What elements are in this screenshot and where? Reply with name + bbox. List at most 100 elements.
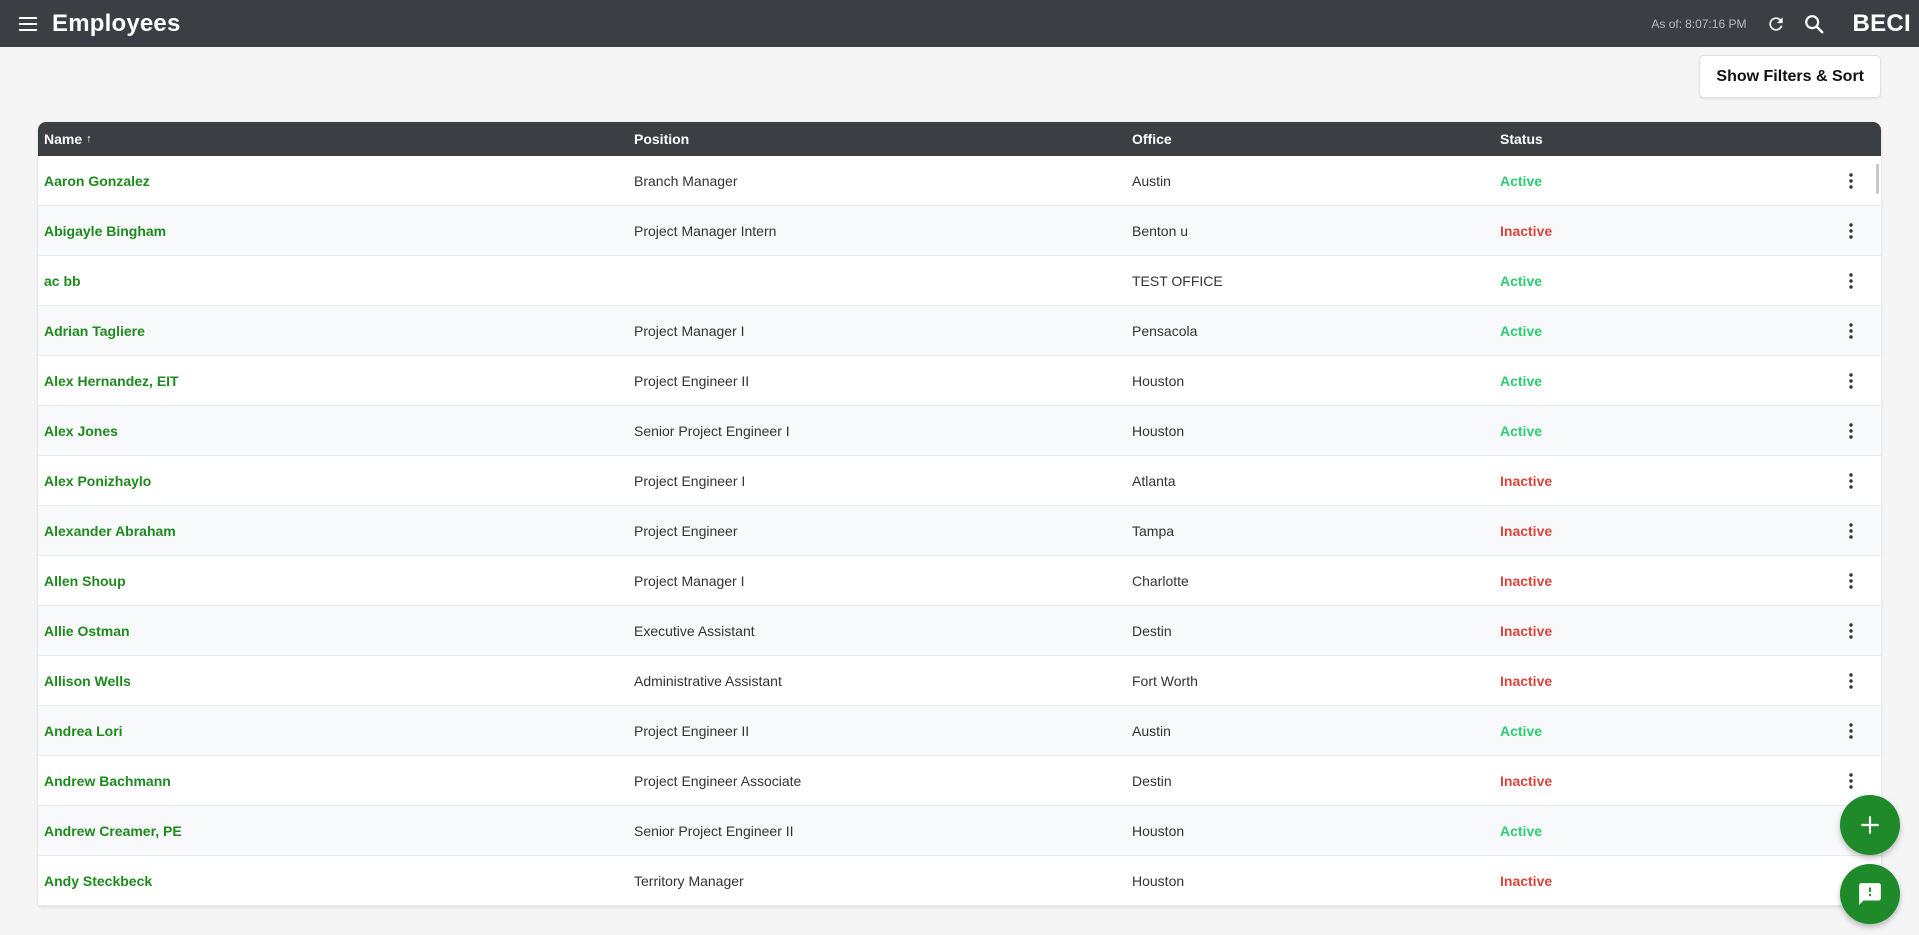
employee-position: Project Manager Intern (634, 223, 777, 239)
search-button[interactable] (1800, 10, 1828, 38)
brand-logo: BECI (1852, 9, 1911, 37)
row-more-button[interactable] (1839, 706, 1863, 756)
employee-position: Project Engineer II (634, 373, 750, 389)
more-vertical-icon (1849, 373, 1853, 389)
employee-name-link[interactable]: Aaron Gonzalez (44, 156, 150, 206)
employee-name-link[interactable]: Andrew Bachmann (44, 756, 171, 806)
employee-office: Tampa (1132, 523, 1175, 539)
column-header-status[interactable]: Status (1500, 122, 1543, 156)
employee-name-link[interactable]: Allie Ostman (44, 606, 130, 656)
employee-name-link[interactable]: Alex Jones (44, 406, 118, 456)
hamburger-menu-icon (19, 16, 37, 31)
status-badge: Inactive (1500, 523, 1553, 539)
row-more-button[interactable] (1839, 156, 1863, 206)
employee-name-link[interactable]: Alex Hernandez, EIT (44, 356, 179, 406)
employee-position: Project Engineer Associate (634, 773, 802, 789)
employee-office: Charlotte (1132, 573, 1189, 589)
page-title: Employees (52, 9, 181, 37)
employee-office: TEST OFFICE (1132, 273, 1223, 289)
status-badge: Active (1500, 423, 1543, 439)
table-row[interactable]: Alexander Abraham Project Engineer Tampa In… (38, 506, 1881, 556)
search-icon (1805, 14, 1824, 33)
table-row[interactable]: Andy Steckbeck Territory Manager Houston In… (38, 856, 1881, 906)
column-header-name-label: Name (44, 131, 83, 147)
employee-name-link[interactable]: Andy Steckbeck (44, 856, 152, 906)
refresh-button[interactable] (1762, 10, 1790, 38)
row-more-button[interactable] (1839, 556, 1863, 606)
add-employee-button[interactable] (1840, 795, 1900, 855)
column-header-position[interactable]: Position (634, 122, 689, 156)
row-more-button[interactable] (1839, 656, 1863, 706)
status-badge: Active (1500, 173, 1543, 189)
row-more-button[interactable] (1839, 356, 1863, 406)
employee-position: Project Manager I (634, 323, 745, 339)
column-header-office[interactable]: Office (1132, 122, 1172, 156)
employee-office: Houston (1132, 373, 1185, 389)
status-badge: Inactive (1500, 773, 1553, 789)
row-more-button[interactable] (1839, 256, 1863, 306)
row-more-button[interactable] (1839, 206, 1863, 256)
column-header-name[interactable]: Name ↑ (44, 122, 92, 156)
topbar-actions: As of: 8:07:16 PM BECI (1651, 0, 1919, 47)
refresh-icon (1769, 16, 1784, 31)
more-vertical-icon (1849, 173, 1853, 189)
employee-office: Houston (1132, 423, 1185, 439)
table-row[interactable]: Allison Wells Administrative Assistant For… (38, 656, 1881, 706)
chat-feedback-icon (1859, 883, 1881, 905)
table-body: Aaron Gonzalez Branch Manager Austin Active… (38, 156, 1881, 906)
table-row[interactable]: Allen Shoup Project Manager I Charlotte Ina… (38, 556, 1881, 606)
row-more-button[interactable] (1839, 406, 1863, 456)
show-filters-sort-button[interactable]: Show Filters & Sort (1699, 55, 1881, 98)
more-vertical-icon (1849, 473, 1853, 489)
table-row[interactable]: Alex Hernandez, EIT Project Engineer II Ho… (38, 356, 1881, 406)
table-header: Name ↑ Position Office Status (38, 122, 1881, 156)
row-more-button[interactable] (1839, 606, 1863, 656)
employees-table: Name ↑ Position Office Status Aaron Gonz… (38, 122, 1881, 906)
employee-office: Pensacola (1132, 323, 1198, 339)
status-badge: Active (1500, 373, 1543, 389)
table-scrollbar[interactable] (1876, 164, 1879, 194)
employee-position: Branch Manager (634, 173, 738, 189)
table-row[interactable]: Adrian Tagliere Project Manager I Pensacol… (38, 306, 1881, 356)
table-row[interactable]: Allie Ostman Executive Assistant Destin Ina… (38, 606, 1881, 656)
table-row[interactable]: Abigayle Bingham Project Manager Intern Be… (38, 206, 1881, 256)
employee-office: Fort Worth (1132, 673, 1198, 689)
menu-button[interactable] (14, 10, 42, 38)
employee-name-link[interactable]: Andrea Lori (44, 706, 123, 756)
employee-name-link[interactable]: Adrian Tagliere (44, 306, 145, 356)
employee-name-link[interactable]: Andrew Creamer, PE (44, 806, 182, 856)
status-badge: Active (1500, 273, 1543, 289)
row-more-button[interactable] (1839, 306, 1863, 356)
employee-office: Atlanta (1132, 473, 1176, 489)
sort-asc-icon: ↑ (86, 133, 92, 145)
status-badge: Inactive (1500, 573, 1553, 589)
table-row[interactable]: Andrea Lori Project Engineer II Austin Acti… (38, 706, 1881, 756)
table-row[interactable]: Alex Ponizhaylo Project Engineer I Atlanta… (38, 456, 1881, 506)
feedback-button[interactable] (1840, 864, 1900, 924)
employee-name-link[interactable]: Allison Wells (44, 656, 131, 706)
as-of-time: 8:07:16 PM (1685, 16, 1747, 31)
employee-name-link[interactable]: Alexander Abraham (44, 506, 176, 556)
row-more-button[interactable] (1839, 456, 1863, 506)
status-badge: Active (1500, 323, 1543, 339)
row-more-button[interactable] (1839, 506, 1863, 556)
employee-office: Houston (1132, 823, 1185, 839)
table-row[interactable]: ac bb TEST OFFICE Active (38, 256, 1881, 306)
table-row[interactable]: Aaron Gonzalez Branch Manager Austin Active (38, 156, 1881, 206)
column-header-office-label: Office (1132, 131, 1172, 147)
employee-name-link[interactable]: ac bb (44, 256, 81, 306)
table-row[interactable]: Alex Jones Senior Project Engineer I Houst… (38, 406, 1881, 456)
table-row[interactable]: Andrew Bachmann Project Engineer Associat… (38, 756, 1881, 806)
employee-position: Project Engineer (634, 523, 738, 539)
more-vertical-icon (1849, 723, 1853, 739)
table-row[interactable]: Andrew Creamer, PE Senior Project Enginee… (38, 806, 1881, 856)
employee-office: Destin (1132, 773, 1172, 789)
more-vertical-icon (1849, 623, 1853, 639)
employee-name-link[interactable]: Allen Shoup (44, 556, 126, 606)
status-badge: Inactive (1500, 673, 1553, 689)
more-vertical-icon (1849, 273, 1853, 289)
employee-name-link[interactable]: Alex Ponizhaylo (44, 456, 151, 506)
employee-name-link[interactable]: Abigayle Bingham (44, 206, 166, 256)
employee-office: Austin (1132, 723, 1171, 739)
employee-office: Austin (1132, 173, 1171, 189)
